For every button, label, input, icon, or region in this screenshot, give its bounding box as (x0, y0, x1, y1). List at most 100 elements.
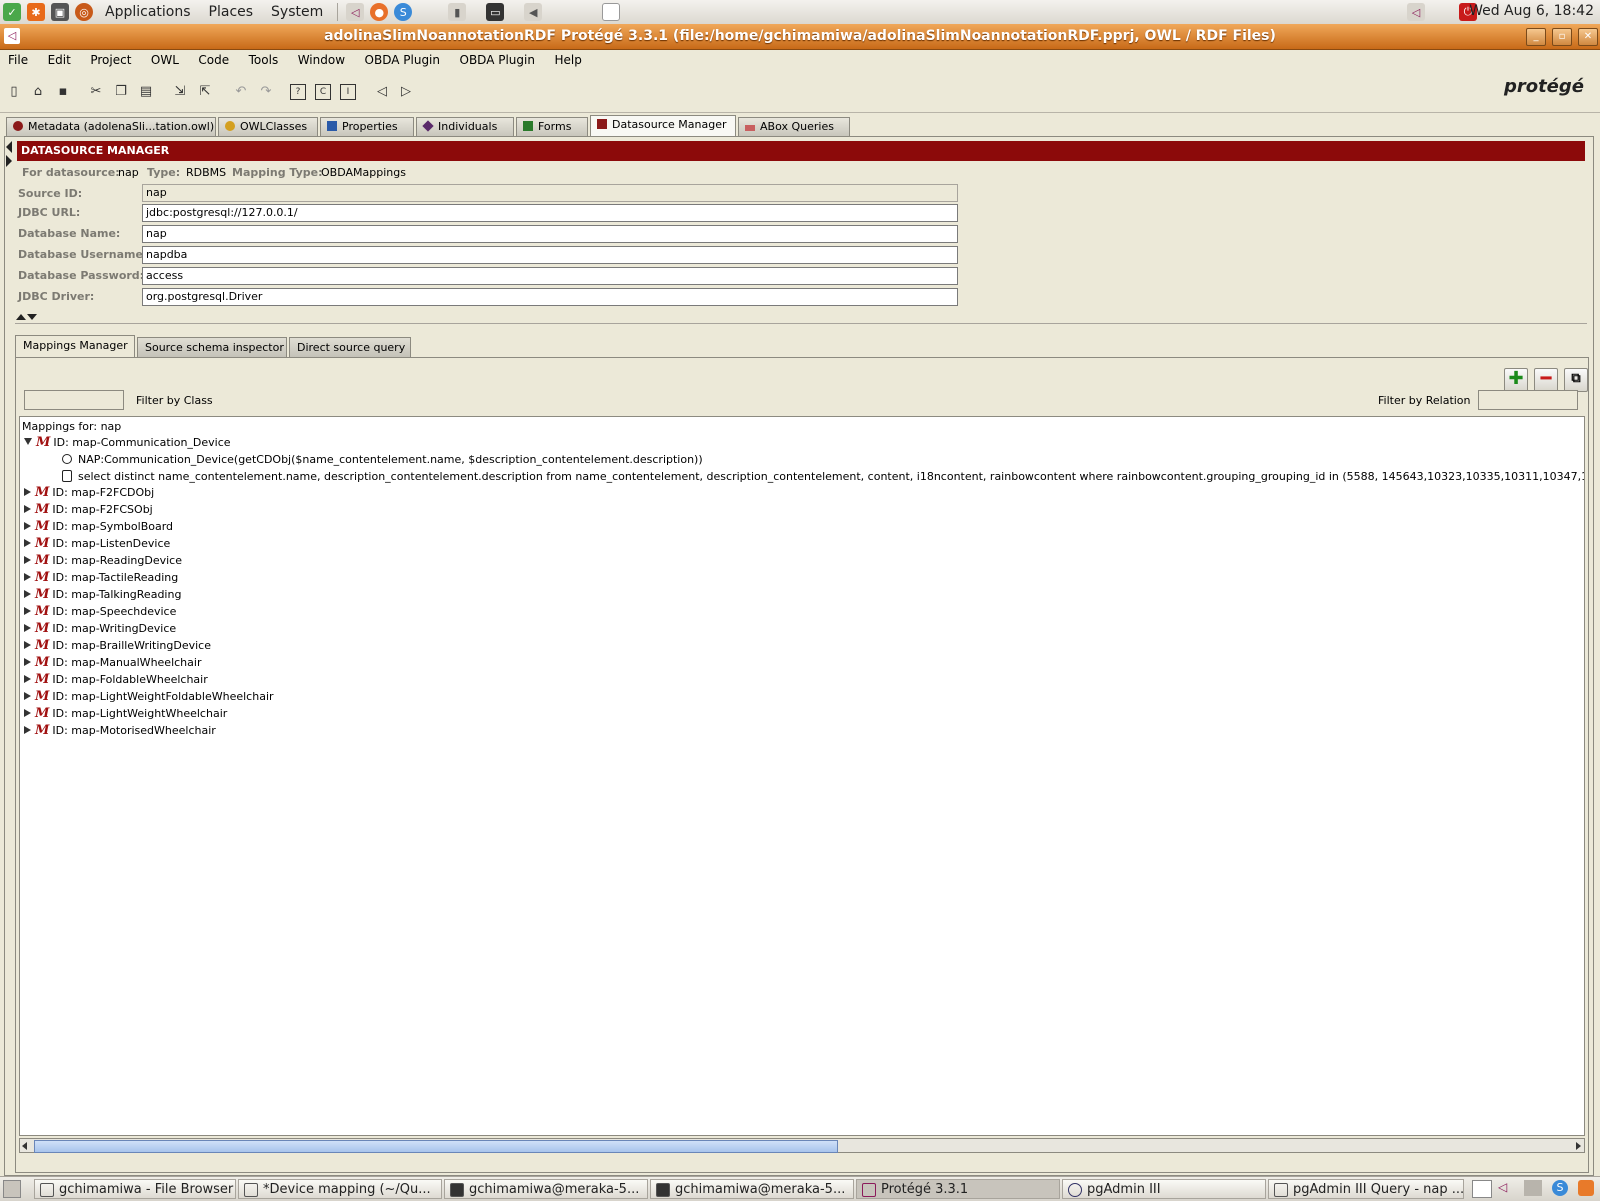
task-pgadmin-query[interactable]: pgAdmin III Query - nap ... (1268, 1179, 1464, 1199)
expand-triangle-icon[interactable] (24, 641, 31, 649)
close-icon[interactable]: ✕ (1578, 28, 1598, 46)
jdbc-driver-field[interactable]: org.postgresql.Driver (142, 288, 958, 306)
minimize-icon[interactable]: _ (1526, 28, 1546, 46)
expand-triangle-icon[interactable] (24, 522, 31, 530)
mapping-node[interactable]: M ID: map-WritingDevice (20, 620, 176, 637)
forward-arrow-icon[interactable]: ▷ (398, 84, 414, 100)
tab-abox-queries[interactable]: ABox Queries (738, 117, 850, 136)
tab-owlclasses[interactable]: OWLClasses (218, 117, 318, 136)
remove-mapping-button[interactable]: ━ (1534, 368, 1558, 392)
menu-edit[interactable]: Edit (40, 50, 79, 67)
expand-triangle-icon[interactable] (24, 675, 31, 683)
speaker-icon[interactable]: ◀ (524, 3, 543, 21)
tab-mappings-manager[interactable]: Mappings Manager (15, 335, 135, 357)
collapse-right-icon[interactable] (6, 155, 12, 167)
import-icon[interactable]: ⇲ (172, 84, 188, 100)
new-file-icon[interactable]: ▯ (6, 84, 22, 100)
menu-system[interactable]: System (271, 4, 323, 20)
menu-help[interactable]: Help (546, 50, 589, 67)
mapping-node[interactable]: M ID: map-F2FCSObj (20, 501, 153, 518)
document-icon[interactable] (602, 3, 621, 21)
menu-code[interactable]: Code (190, 50, 237, 67)
expand-triangle-icon[interactable] (24, 539, 31, 547)
tray-window-icon[interactable] (1472, 1180, 1492, 1198)
menu-obda-plugin-1[interactable]: OBDA Plugin (357, 50, 448, 67)
mapping-node[interactable]: M ID: map-ListenDevice (20, 535, 170, 552)
tab-forms[interactable]: Forms (516, 117, 588, 136)
protege-tray-icon[interactable]: ◁ (1407, 3, 1425, 21)
mapping-node[interactable]: M ID: map-SymbolBoard (20, 518, 173, 535)
class-icon[interactable]: C (315, 84, 331, 100)
tray-protege-icon[interactable]: ◁ (1498, 1180, 1516, 1196)
mapping-node[interactable]: M ID: map-Speechdevice (20, 603, 176, 620)
terminal-icon[interactable]: ▭ (486, 3, 505, 21)
expand-triangle-icon[interactable] (24, 505, 31, 513)
menu-applications[interactable]: Applications (105, 4, 191, 20)
expand-triangle-icon[interactable] (24, 726, 31, 734)
mapping-node[interactable]: M ID: map-BrailleWritingDevice (20, 637, 211, 654)
mapping-node[interactable]: M ID: map-F2FCDObj (20, 484, 154, 501)
expand-triangle-icon[interactable] (24, 607, 31, 615)
show-desktop-icon[interactable] (3, 1180, 21, 1198)
scrollbar-thumb[interactable] (34, 1140, 838, 1153)
database-username-field[interactable]: napdba (142, 246, 958, 264)
collapse-left-icon[interactable] (6, 141, 12, 153)
task-pgadmin[interactable]: pgAdmin III (1062, 1179, 1266, 1199)
collapse-triangle-icon[interactable] (24, 438, 32, 445)
database-name-field[interactable]: nap (142, 225, 958, 243)
task-terminal-2[interactable]: gchimamiwa@meraka-5... (650, 1179, 854, 1199)
copy-icon[interactable]: ❐ (113, 84, 129, 100)
tab-datasource-manager[interactable]: Datasource Manager (590, 115, 736, 137)
expand-triangle-icon[interactable] (24, 573, 31, 581)
expand-triangle-icon[interactable] (24, 488, 31, 496)
open-folder-icon[interactable]: ⌂ (30, 84, 46, 100)
mapping-node[interactable]: M ID: map-TalkingReading (20, 586, 181, 603)
menu-obda-plugin-2[interactable]: OBDA Plugin (452, 50, 543, 67)
menu-window[interactable]: Window (290, 50, 353, 67)
expand-triangle-icon[interactable] (24, 658, 31, 666)
jdbc-url-field[interactable]: jdbc:postgresql://127.0.0.1/ (142, 204, 958, 222)
add-mapping-button[interactable]: ✚ (1504, 368, 1528, 392)
expand-triangle-icon[interactable] (24, 709, 31, 717)
paint-brush-icon[interactable]: ▮ (448, 3, 467, 21)
menu-tools[interactable]: Tools (241, 50, 287, 67)
mapping-node[interactable]: M ID: map-TactileReading (20, 569, 178, 586)
query-icon[interactable]: ? (290, 84, 306, 100)
scroll-right-icon[interactable] (1576, 1142, 1581, 1150)
splitter-divider[interactable] (15, 323, 1587, 324)
tab-metadata[interactable]: Metadata (adolenaSli...tation.owl) (6, 117, 216, 136)
menu-project[interactable]: Project (82, 50, 139, 67)
undo-icon[interactable]: ↶ (233, 84, 249, 100)
task-terminal-1[interactable]: gchimamiwa@meraka-5... (444, 1179, 648, 1199)
menu-places[interactable]: Places (209, 4, 254, 20)
window-titlebar[interactable]: ◁ adolinaSlimNoannotationRDF Protégé 3.3… (0, 24, 1600, 50)
instance-icon[interactable]: I (340, 84, 356, 100)
tray-blank-icon[interactable] (1524, 1180, 1542, 1196)
mapping-source-row[interactable]: select distinct name_contentelement.name… (62, 468, 1584, 485)
mapping-target-row[interactable]: NAP:Communication_Device(getCDObj($name_… (62, 451, 703, 468)
mapping-node[interactable]: M ID: map-LightWeightWheelchair (20, 705, 227, 722)
tab-source-schema-inspector[interactable]: Source schema inspector (137, 337, 287, 357)
maximize-icon[interactable]: ▫ (1552, 28, 1572, 46)
back-arrow-icon[interactable]: ◁ (374, 84, 390, 100)
clock[interactable]: Wed Aug 6, 18:42 (1469, 3, 1594, 19)
trash-icon[interactable] (1578, 1180, 1594, 1196)
task-device-mapping[interactable]: *Device mapping (~/Qu... (238, 1179, 442, 1199)
tray-skype-icon[interactable]: S (1552, 1180, 1568, 1196)
mapping-node[interactable]: M ID: map-ManualWheelchair (20, 654, 201, 671)
mapping-node[interactable]: M ID: map-ReadingDevice (20, 552, 182, 569)
menu-file[interactable]: File (0, 50, 36, 67)
tab-individuals[interactable]: Individuals (416, 117, 514, 136)
expand-triangle-icon[interactable] (24, 624, 31, 632)
protege-launcher-icon[interactable]: ◁ (346, 3, 365, 21)
firefox-icon[interactable]: ● (370, 3, 389, 21)
mapping-node[interactable]: M ID: map-FoldableWheelchair (20, 671, 208, 688)
cut-icon[interactable]: ✂ (88, 84, 104, 100)
filter-class-input[interactable] (24, 390, 124, 410)
tab-direct-source-query[interactable]: Direct source query (289, 337, 411, 357)
task-protege[interactable]: Protégé 3.3.1 (856, 1179, 1060, 1199)
star-icon[interactable]: ✱ (27, 3, 45, 21)
save-icon[interactable]: ▪ (55, 84, 71, 100)
mapping-node-expanded[interactable]: M ID: map-Communication_Device (20, 434, 231, 451)
checkmark-icon[interactable]: ✓ (3, 3, 21, 21)
